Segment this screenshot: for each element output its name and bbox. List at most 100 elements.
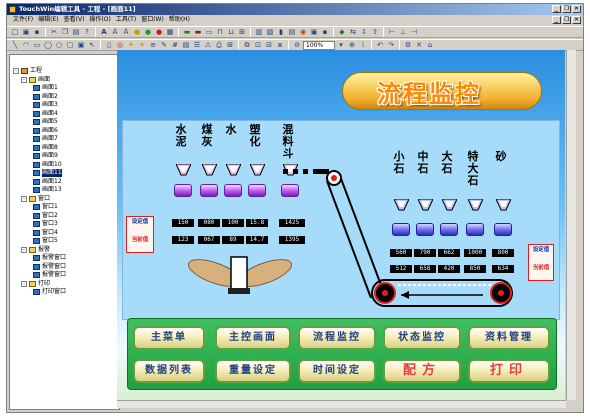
tree-item-screen[interactable]: 画面3 (33, 101, 58, 109)
vertical-scrollbar[interactable] (566, 50, 576, 400)
cut-icon[interactable]: ✂ (49, 27, 59, 37)
table-icon[interactable]: ▤ (287, 27, 297, 37)
dropdown-icon[interactable]: ▾ (336, 40, 346, 50)
minimize-button[interactable]: _ (552, 5, 561, 13)
tree-item-alarm[interactable]: 报警窗口 (33, 263, 66, 271)
align-left-icon[interactable]: ⊢ (387, 27, 397, 37)
tree-item-alarm[interactable]: 报警窗口 (33, 271, 66, 279)
font-icon[interactable]: Ａ (110, 27, 120, 37)
menu-window[interactable]: 窗口(W) (141, 15, 164, 25)
help-icon[interactable]: ? (82, 27, 92, 37)
print-button[interactable]: 打印 (468, 359, 550, 383)
ungroup-icon[interactable]: ⊟ (264, 40, 274, 50)
tree-item-screen[interactable]: 画面1 (33, 84, 58, 92)
tree-item-screen[interactable]: 画面8 (33, 144, 58, 152)
child-minimize-button[interactable]: _ (552, 16, 561, 24)
image-icon[interactable]: ▧ (265, 27, 275, 37)
pointer-icon[interactable]: ↖ (87, 40, 97, 50)
tree-item-screen[interactable]: 画面10 (33, 161, 62, 169)
menu-view[interactable]: 查看(V) (64, 15, 85, 25)
chart-icon[interactable]: ▥ (254, 27, 264, 37)
tree-folder-alarms[interactable]: - 报警 (21, 246, 50, 254)
text-icon[interactable]: A (99, 27, 109, 37)
rectangle-icon[interactable]: ▭ (32, 40, 42, 50)
line-icon[interactable]: ╲ (10, 40, 20, 50)
tree-item-screen[interactable]: 画面2 (33, 93, 58, 101)
menu-help[interactable]: 帮助(H) (169, 15, 190, 25)
switch2-icon[interactable]: ⊔ (226, 27, 236, 37)
tree-item-window[interactable]: 窗口5 (33, 237, 58, 245)
tree-item-screen[interactable]: 画面6 (33, 127, 58, 135)
menu-file[interactable]: 文件(F) (13, 15, 33, 25)
save-icon[interactable]: ▪ (32, 27, 42, 37)
list-icon[interactable]: ▤ (181, 40, 191, 50)
close-button[interactable]: ✕ (572, 5, 581, 13)
meter-icon[interactable]: ▬ (193, 27, 203, 37)
tree-item-screen[interactable]: 画面13 (33, 186, 62, 194)
tree-root[interactable]: - 工程 (13, 67, 42, 75)
zoom-select[interactable]: 100% (303, 40, 335, 50)
arc-icon[interactable]: ◠ (21, 40, 31, 50)
main-menu-button[interactable]: 主菜单 (133, 326, 205, 350)
palette-icon[interactable]: ◉ (298, 27, 308, 37)
tree-item-screen[interactable]: 画面4 (33, 110, 58, 118)
order-icon[interactable]: ⧉ (242, 40, 252, 50)
tree-item-screen[interactable]: 画面7 (33, 135, 58, 143)
download-icon[interactable]: ⇩ (359, 27, 369, 37)
data-icon[interactable]: ≡ (148, 40, 158, 50)
collapse-toggle-icon[interactable]: - (21, 246, 27, 253)
settings-icon[interactable]: ⚙ (403, 40, 413, 50)
circle-icon[interactable]: ○ (54, 40, 64, 50)
device-icon[interactable]: ▪ (320, 27, 330, 37)
main-control-button[interactable]: 主控画面 (215, 326, 291, 350)
zoom-in-icon[interactable]: ⊕ (347, 40, 357, 50)
tree-folder-screens[interactable]: - 画面 (21, 76, 50, 84)
tree-item-window[interactable]: 窗口3 (33, 220, 58, 228)
data-management-button[interactable]: 资料管理 (468, 326, 550, 350)
close-doc-icon[interactable]: ✕ (414, 40, 424, 50)
open-icon[interactable]: ▣ (21, 27, 31, 37)
front-icon[interactable]: ⧈ (275, 40, 285, 50)
tree-item-screen[interactable]: 画面11 (33, 169, 62, 177)
lamp-icon[interactable]: ● (132, 27, 142, 37)
tree-item-alarm[interactable]: 报警窗口 (33, 254, 66, 262)
tree-item-screen[interactable]: 画面5 (33, 118, 58, 126)
polygon-icon[interactable]: ▢ (65, 40, 75, 50)
connect-icon[interactable]: ◆ (337, 27, 347, 37)
upload-icon[interactable]: ⇧ (370, 27, 380, 37)
stop-icon[interactable]: ◎ (115, 40, 125, 50)
transfer-icon[interactable]: ⇆ (348, 27, 358, 37)
collapse-toggle-icon[interactable]: - (21, 280, 27, 287)
switch-icon[interactable]: ⊓ (215, 27, 225, 37)
collapse-toggle-icon[interactable]: - (13, 68, 19, 74)
tree-item-print[interactable]: 打印窗口 (33, 288, 66, 296)
tree-folder-windows[interactable]: - 窗口 (21, 195, 50, 203)
grid-toggle-icon[interactable]: ⁞ (358, 40, 368, 50)
numeric-icon[interactable]: # (170, 40, 180, 50)
align-bottom-icon[interactable]: ⊥ (398, 27, 408, 37)
tree-item-window[interactable]: 窗口4 (33, 229, 58, 237)
gauge-icon[interactable]: ▭ (204, 27, 214, 37)
menu-operate[interactable]: 操作(O) (89, 15, 110, 25)
grid-icon[interactable]: ⊞ (237, 27, 247, 37)
data-list-button[interactable]: 数据列表 (133, 359, 205, 383)
recipe-button[interactable]: 配方 (383, 359, 461, 383)
tree-item-screen[interactable]: 画面12 (33, 178, 62, 186)
calc-icon[interactable]: ⊞ (225, 40, 235, 50)
home-icon[interactable]: ⌂ (425, 40, 435, 50)
child-maximize-button[interactable]: ❐ (562, 16, 571, 24)
print-icon[interactable]: ⎙ (214, 40, 224, 50)
bulb-icon[interactable]: ✦ (126, 40, 136, 50)
pattern-icon[interactable]: ▦ (165, 27, 175, 37)
paste-icon[interactable]: ▤ (71, 27, 81, 37)
tree-item-window[interactable]: 窗口1 (33, 203, 58, 211)
status-monitor-button[interactable]: 状态监控 (383, 326, 461, 350)
new-icon[interactable]: □ (10, 27, 20, 37)
menu-edit[interactable]: 编辑(E) (38, 15, 58, 25)
bitmap-icon[interactable]: ▣ (76, 40, 86, 50)
tree-item-screen[interactable]: 画面9 (33, 152, 58, 160)
align-right-icon[interactable]: ⊣ (409, 27, 419, 37)
undo-icon[interactable]: ↶ (375, 40, 385, 50)
color-icon[interactable]: ● (143, 27, 153, 37)
tree-folder-print[interactable]: - 打印 (21, 280, 50, 288)
